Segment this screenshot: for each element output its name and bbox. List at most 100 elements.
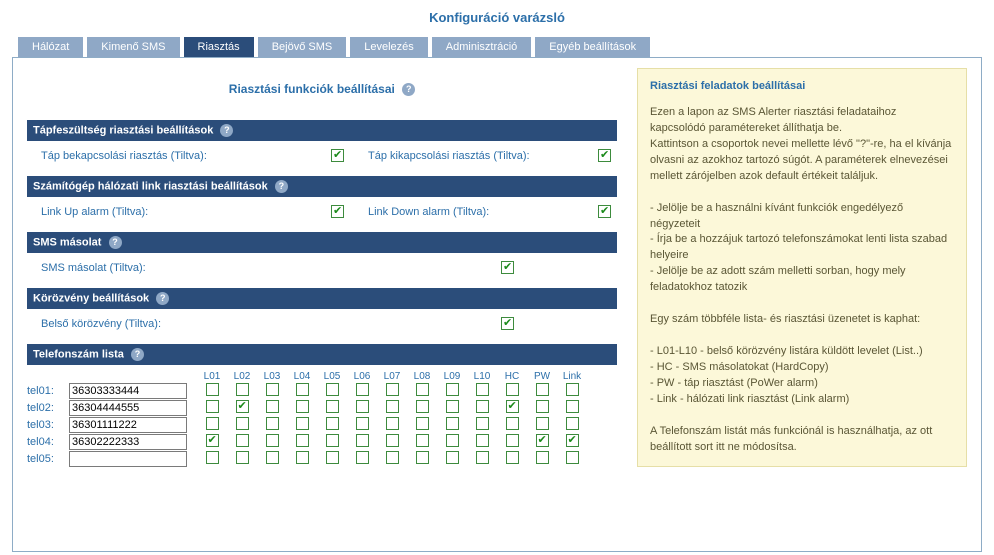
- phone-checkbox-l09[interactable]: [446, 451, 459, 464]
- phone-checkbox-l06[interactable]: [356, 417, 369, 430]
- phone-checkbox-l09[interactable]: [446, 400, 459, 413]
- phone-checkbox-l05[interactable]: [326, 383, 339, 396]
- tab-bej-v-sms[interactable]: Bejövő SMS: [258, 37, 347, 57]
- help-icon[interactable]: ?: [109, 236, 122, 249]
- phone-number-input[interactable]: [69, 417, 187, 433]
- help-icon[interactable]: ?: [156, 292, 169, 305]
- phone-checkbox-hc[interactable]: [506, 400, 519, 413]
- phone-checkbox-l05[interactable]: [326, 417, 339, 430]
- phone-number-input[interactable]: [69, 434, 187, 450]
- phone-checkbox-l09[interactable]: [446, 434, 459, 447]
- phone-checkbox-link[interactable]: [566, 451, 579, 464]
- phone-checkbox-l07[interactable]: [386, 400, 399, 413]
- phone-checkbox-l06[interactable]: [356, 383, 369, 396]
- phone-checkbox-l01[interactable]: [206, 451, 219, 464]
- help-icon[interactable]: ?: [402, 83, 415, 96]
- phone-checkbox-l08[interactable]: [416, 383, 429, 396]
- phone-checkbox-l04[interactable]: [296, 434, 309, 447]
- phone-checkbox-link[interactable]: [566, 417, 579, 430]
- phone-checkbox-l04[interactable]: [296, 400, 309, 413]
- phone-checkbox-pw[interactable]: [536, 434, 549, 447]
- phone-checkbox-l08[interactable]: [416, 417, 429, 430]
- phone-checkbox-link[interactable]: [566, 400, 579, 413]
- phone-checkbox-l01[interactable]: [206, 417, 219, 430]
- phone-checkbox-l03[interactable]: [266, 400, 279, 413]
- section-circ-header: Körözvény beállítások ?: [27, 288, 617, 309]
- phone-checkbox-l09[interactable]: [446, 417, 459, 430]
- phone-checkbox-l06[interactable]: [356, 400, 369, 413]
- link-down-checkbox[interactable]: [598, 205, 611, 218]
- phone-checkbox-l02[interactable]: [236, 383, 249, 396]
- phone-checkbox-l08[interactable]: [416, 434, 429, 447]
- section-subtitle: Riasztási funkciók beállításai ?: [27, 68, 617, 114]
- phone-row-label: tel05:: [27, 453, 69, 465]
- phone-checkbox-hc[interactable]: [506, 383, 519, 396]
- phone-number-input[interactable]: [69, 400, 187, 416]
- phone-checkbox-l05[interactable]: [326, 434, 339, 447]
- phone-checkbox-l01[interactable]: [206, 434, 219, 447]
- tab-adminisztr-ci-[interactable]: Adminisztráció: [432, 37, 532, 57]
- phone-checkbox-l08[interactable]: [416, 400, 429, 413]
- tab-riaszt-s[interactable]: Riasztás: [184, 37, 254, 57]
- phone-number-input[interactable]: [69, 451, 187, 467]
- phone-checkbox-l02[interactable]: [236, 417, 249, 430]
- phone-checkbox-l06[interactable]: [356, 434, 369, 447]
- phone-checkbox-l07[interactable]: [386, 383, 399, 396]
- help-icon[interactable]: ?: [131, 348, 144, 361]
- phone-checkbox-hc[interactable]: [506, 451, 519, 464]
- link-up-checkbox[interactable]: [331, 205, 344, 218]
- phone-checkbox-hc[interactable]: [506, 434, 519, 447]
- power-off-checkbox[interactable]: [598, 149, 611, 162]
- phone-checkbox-l04[interactable]: [296, 417, 309, 430]
- phone-checkbox-link[interactable]: [566, 383, 579, 396]
- phone-checkbox-l08[interactable]: [416, 451, 429, 464]
- tab-levelez-s[interactable]: Levelezés: [350, 37, 428, 57]
- help-icon[interactable]: ?: [275, 180, 288, 193]
- circ-checkbox[interactable]: [501, 317, 514, 330]
- phone-checkbox-l04[interactable]: [296, 383, 309, 396]
- phone-checkbox-link[interactable]: [566, 434, 579, 447]
- help-icon[interactable]: ?: [220, 124, 233, 137]
- help-panel: Riasztási feladatok beállításai Ezen a l…: [637, 68, 967, 467]
- section-link-header: Számítógép hálózati link riasztási beáll…: [27, 176, 617, 197]
- phone-checkbox-l10[interactable]: [476, 400, 489, 413]
- phone-checkbox-l07[interactable]: [386, 434, 399, 447]
- phone-checkbox-l02[interactable]: [236, 451, 249, 464]
- phone-checkbox-pw[interactable]: [536, 383, 549, 396]
- section-sms-header-text: SMS másolat: [33, 237, 101, 249]
- phone-checkbox-l09[interactable]: [446, 383, 459, 396]
- phone-checkbox-hc[interactable]: [506, 417, 519, 430]
- power-off-label: Táp kikapcsolási riasztás (Tiltva):: [368, 150, 598, 162]
- phone-checkbox-l10[interactable]: [476, 451, 489, 464]
- power-on-checkbox[interactable]: [331, 149, 344, 162]
- phone-checkbox-pw[interactable]: [536, 400, 549, 413]
- sms-copy-checkbox[interactable]: [501, 261, 514, 274]
- phone-checkbox-l07[interactable]: [386, 451, 399, 464]
- phone-row-label: tel03:: [27, 419, 69, 431]
- phone-checkbox-l01[interactable]: [206, 400, 219, 413]
- phone-checkbox-pw[interactable]: [536, 451, 549, 464]
- phone-checkbox-l03[interactable]: [266, 434, 279, 447]
- phone-checkbox-pw[interactable]: [536, 417, 549, 430]
- phone-checkbox-l04[interactable]: [296, 451, 309, 464]
- phone-col-link: Link: [557, 371, 587, 382]
- phone-checkbox-l10[interactable]: [476, 417, 489, 430]
- phone-number-input[interactable]: [69, 383, 187, 399]
- phone-checkbox-l01[interactable]: [206, 383, 219, 396]
- phone-row: tel04:: [27, 434, 617, 450]
- phone-checkbox-l05[interactable]: [326, 451, 339, 464]
- tab-h-l-zat[interactable]: Hálózat: [18, 37, 83, 57]
- section-link-body: Link Up alarm (Tiltva): Link Down alarm …: [27, 197, 617, 226]
- phone-checkbox-l10[interactable]: [476, 383, 489, 396]
- tab-egy-b-be-ll-t-sok[interactable]: Egyéb beállítások: [535, 37, 650, 57]
- phone-checkbox-l02[interactable]: [236, 400, 249, 413]
- phone-checkbox-l02[interactable]: [236, 434, 249, 447]
- phone-checkbox-l03[interactable]: [266, 417, 279, 430]
- phone-checkbox-l03[interactable]: [266, 451, 279, 464]
- phone-checkbox-l03[interactable]: [266, 383, 279, 396]
- phone-checkbox-l10[interactable]: [476, 434, 489, 447]
- phone-checkbox-l05[interactable]: [326, 400, 339, 413]
- phone-checkbox-l06[interactable]: [356, 451, 369, 464]
- phone-checkbox-l07[interactable]: [386, 417, 399, 430]
- tab-kimen-sms[interactable]: Kimenő SMS: [87, 37, 179, 57]
